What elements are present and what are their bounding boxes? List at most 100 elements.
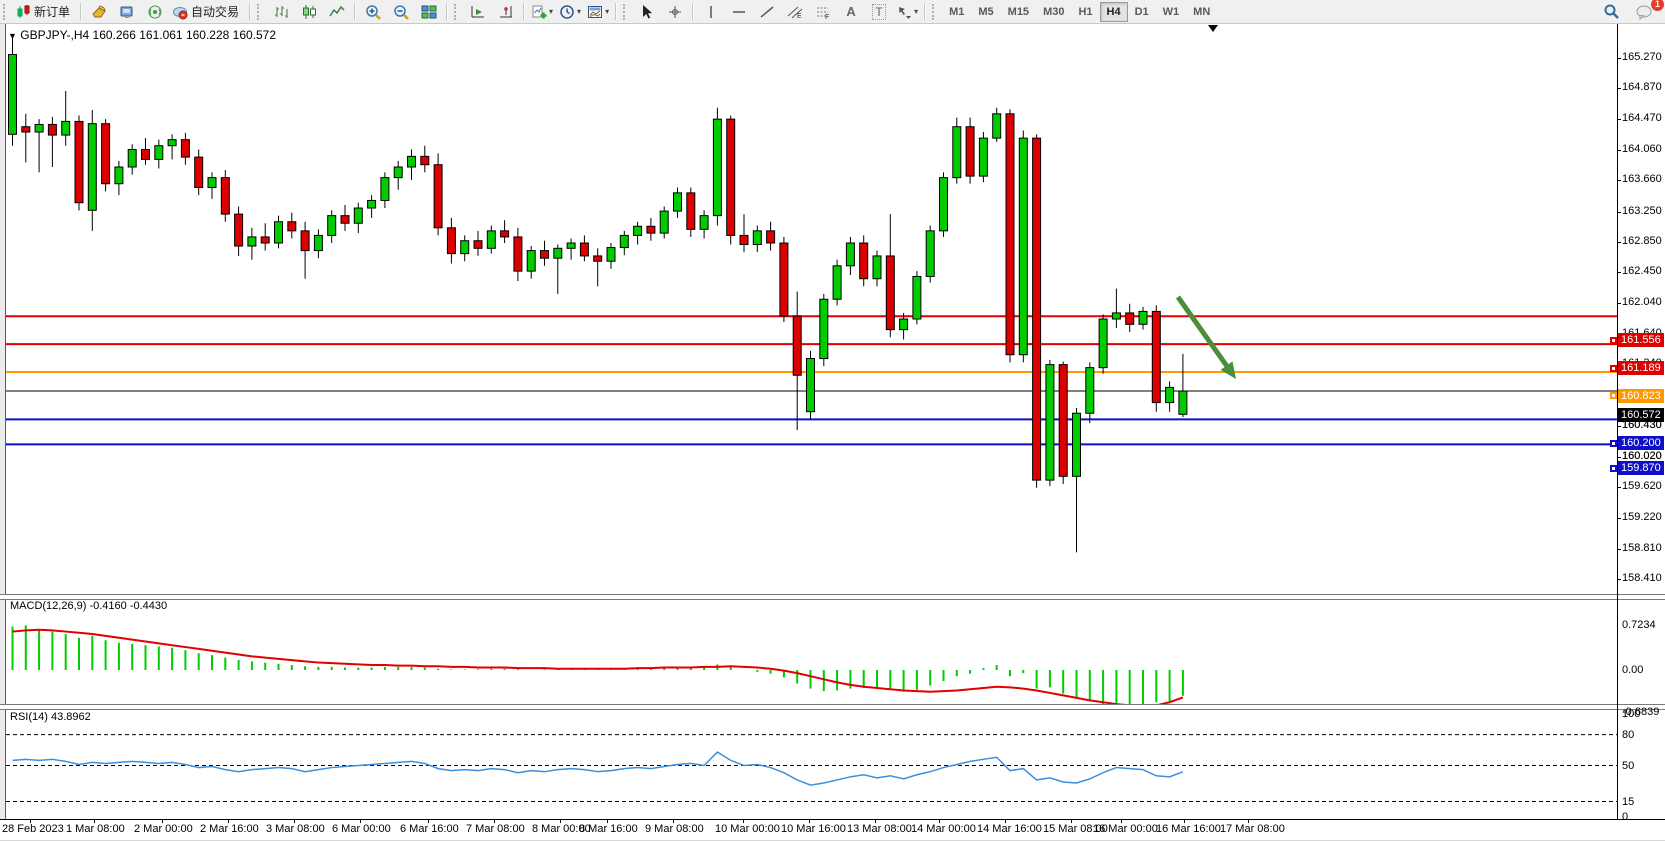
candle [940,178,948,231]
terminal-icon [119,4,135,20]
macd-scale-top: 0.7234 [1622,619,1656,631]
candle [88,124,96,211]
vertical-line-button[interactable] [697,1,725,23]
terminal-button[interactable] [113,1,141,23]
macd-canvas[interactable] [6,599,1617,704]
candle [674,193,682,211]
periods-button[interactable]: ▾ [556,1,584,23]
timeframe-button-h1[interactable]: H1 [1071,2,1099,22]
candle [594,256,602,261]
candle [554,248,562,258]
candle [1006,114,1014,355]
label-button[interactable]: T [865,1,893,23]
candle [700,216,708,230]
new-order-button[interactable]: 新订单 [13,1,77,23]
autotrade-button[interactable]: 自动交易 [169,1,246,23]
text-button[interactable]: A [837,1,865,23]
candle [767,231,775,243]
candle [687,193,695,229]
chart-shift-button[interactable] [492,1,520,23]
line-chart-button[interactable] [323,1,351,23]
axis-tick-mark [1617,119,1621,120]
candle [926,231,934,277]
level-price-tag: 161.556 [1618,333,1664,347]
price-axis-tick: 162.850 [1622,235,1662,247]
rsi-scale-tick: 50 [1622,760,1634,772]
search-icon [1603,3,1620,20]
macd-signal-line [13,630,1183,704]
timeframe-button-m1[interactable]: M1 [942,2,971,22]
indicators-button[interactable]: ▾ [528,1,556,23]
candle [780,243,788,316]
price-axis-tick: 158.410 [1622,572,1662,584]
date-tick-mark [809,819,810,823]
candle [181,140,189,157]
arrows-button[interactable]: ▾ [893,1,921,23]
candle [301,231,309,251]
line-end-marker[interactable] [1610,337,1617,344]
candle [1019,138,1027,355]
channel-icon: E [787,4,803,20]
candle [567,243,575,248]
line-end-marker[interactable] [1610,392,1617,399]
timeframe-button-m15[interactable]: M15 [1001,2,1036,22]
timeframe-button-h4[interactable]: H4 [1100,2,1128,22]
candlestick-button[interactable] [295,1,323,23]
timeframe-button-m30[interactable]: M30 [1036,2,1071,22]
fibonacci-button[interactable]: F [809,1,837,23]
line-end-marker[interactable] [1610,465,1617,472]
timeframe-button-w1[interactable]: W1 [1156,2,1187,22]
candle [22,127,30,132]
price-chart-canvas[interactable] [6,24,1617,595]
zoom-in-button[interactable] [359,1,387,23]
candle [341,216,349,224]
timeframe-button-m5[interactable]: M5 [971,2,1000,22]
candle [248,237,256,246]
horizontal-line-button[interactable] [725,1,753,23]
tile-windows-button[interactable] [415,1,443,23]
price-axis-tick: 159.620 [1622,480,1662,492]
candle [75,121,83,202]
notifications-button[interactable]: 1 [1631,1,1659,23]
line-end-marker[interactable] [1610,440,1617,447]
indicators-icon [531,4,547,20]
chart-shift-marker[interactable] [1208,25,1218,32]
zoom-out-button[interactable] [387,1,415,23]
signal-button[interactable] [141,1,169,23]
rsi-scale-tick: 80 [1622,729,1634,741]
candle [713,119,721,216]
search-button[interactable] [1597,1,1625,23]
date-axis-label: 10 Mar 16:00 [781,823,846,835]
candle [886,256,894,330]
svg-text:F: F [825,14,829,20]
candle [168,140,176,146]
chart-window: ▼ GBPJPY-,H4 160.266 161.061 160.228 160… [0,24,1665,841]
candle [953,127,961,178]
timeframe-button-d1[interactable]: D1 [1128,2,1156,22]
price-axis-tick: 162.450 [1622,265,1662,277]
bar-chart-button[interactable] [267,1,295,23]
market-watch-button[interactable] [85,1,113,23]
candle [1112,313,1120,319]
crosshair-button[interactable] [661,1,689,23]
templates-button[interactable]: ▾ [584,1,612,23]
fibonacci-icon: F [815,4,831,20]
candle [128,150,136,167]
date-axis-label: 3 Mar 08:00 [266,823,325,835]
rsi-canvas[interactable] [6,709,1617,819]
axis-tick-mark [1617,457,1621,458]
trendline-button[interactable] [753,1,781,23]
channel-button[interactable]: E [781,1,809,23]
candle [1139,311,1147,324]
line-end-marker[interactable] [1610,365,1617,372]
toolbar-grip[interactable] [3,4,10,20]
text-icon: A [846,4,855,19]
date-tick-mark [743,819,744,823]
candle [1073,413,1081,476]
auto-scroll-button[interactable] [464,1,492,23]
svg-text:E: E [797,13,802,20]
candle [102,124,110,184]
timeframe-button-mn[interactable]: MN [1186,2,1217,22]
cursor-button[interactable] [633,1,661,23]
date-tick-mark [1005,819,1006,823]
